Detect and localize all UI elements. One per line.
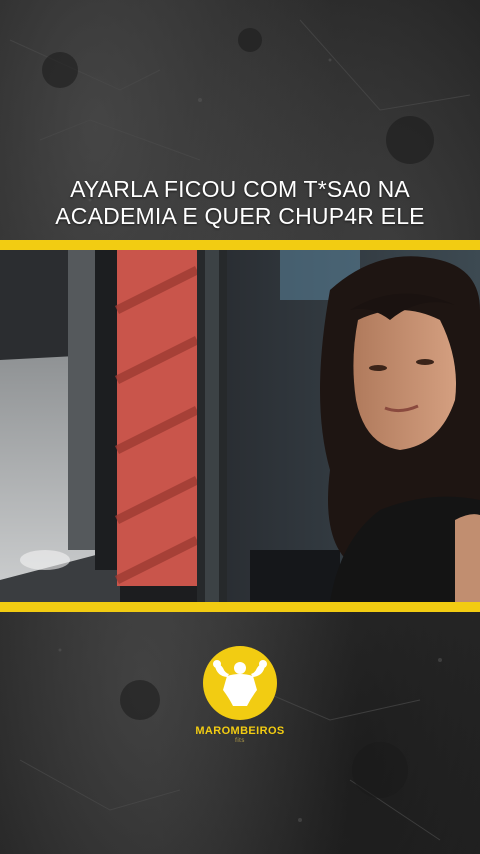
video-frame[interactable] (0, 250, 480, 602)
caption-line-1: AYARLA FICOU COM T*SA0 NA (70, 176, 410, 202)
flexing-bodybuilder-icon (203, 646, 277, 720)
brand-logo: MAROMBEIROS fits (0, 646, 480, 744)
top-yellow-band (0, 240, 480, 250)
bottom-yellow-band (0, 602, 480, 612)
brand-name: MAROMBEIROS (195, 725, 285, 737)
video-still (0, 250, 480, 602)
caption-line-2: ACADEMIA E QUER CHUP4R ELE (55, 203, 425, 229)
brand-subtitle: fits (235, 738, 245, 744)
video-caption: AYARLA FICOU COM T*SA0 NA ACADEMIA E QUE… (0, 176, 480, 230)
